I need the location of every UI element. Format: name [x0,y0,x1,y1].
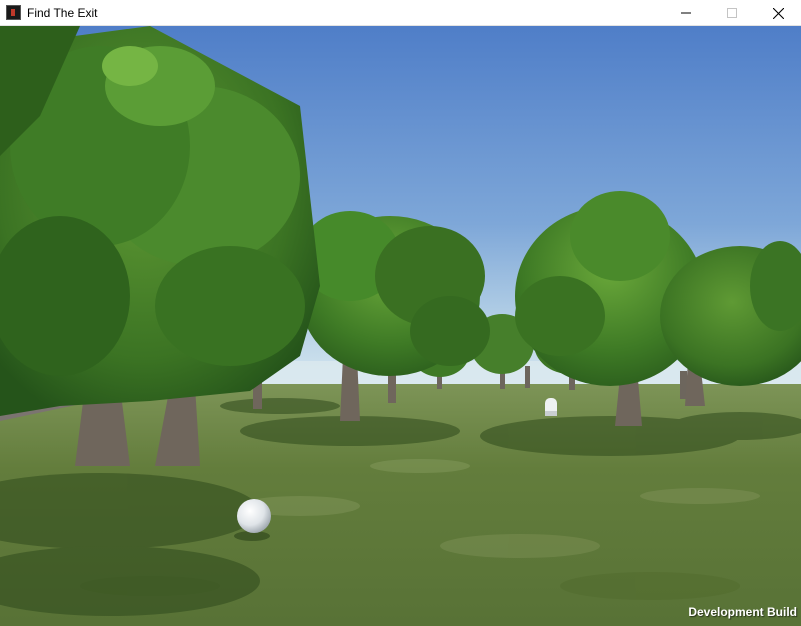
game-viewport[interactable]: Development Build [0,26,801,626]
minimize-button[interactable] [663,0,709,26]
close-icon [772,7,784,19]
development-build-label: Development Build [688,605,797,619]
close-button[interactable] [755,0,801,26]
white-post [545,398,557,416]
minimize-icon [681,12,691,14]
title-bar[interactable]: Find The Exit [0,0,801,26]
window-title: Find The Exit [27,6,98,20]
game-scene [0,26,801,626]
maximize-button[interactable] [709,0,755,26]
game-window: Find The Exit Development Build [0,0,801,626]
maximize-icon [727,8,737,18]
app-icon [6,5,21,20]
